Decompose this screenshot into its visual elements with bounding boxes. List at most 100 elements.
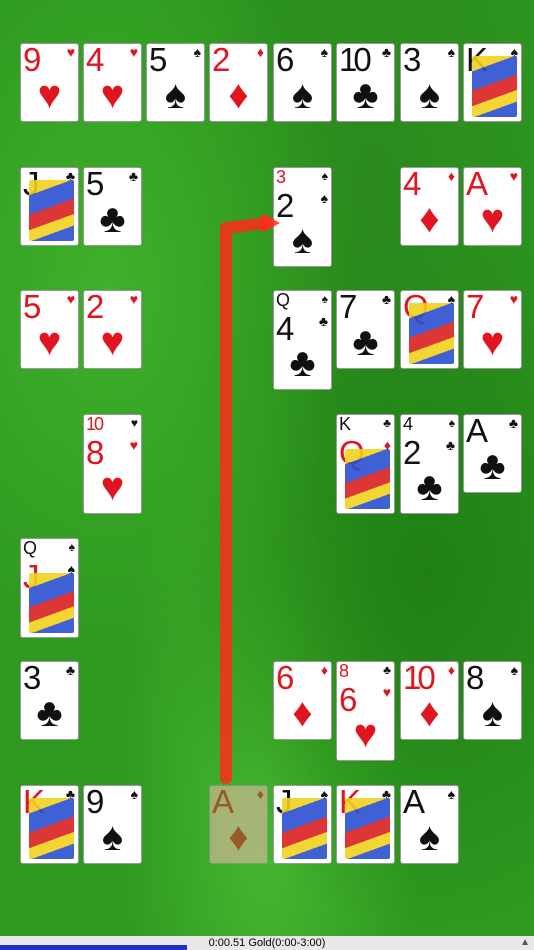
card-pip-icon: ♦: [292, 691, 313, 735]
card-rank: 2: [86, 290, 104, 325]
game-board: 9♥♥4♥♥5♠♠2♦♦6♠♠10♣♣3♠♠K♠J♣5♣♣3♠2♠♠4♦♦A♥♥…: [0, 0, 534, 936]
playing-card[interactable]: 4 ♠ 2 ♣ ♣: [400, 414, 459, 514]
card-rank: 4: [86, 43, 104, 78]
playing-card[interactable]: 2 ♥ ♥: [83, 290, 142, 369]
playing-card[interactable]: Q♠J♠: [20, 538, 79, 638]
playing-card[interactable]: 2 ♦ ♦: [209, 43, 268, 122]
card-rank: 3: [23, 661, 41, 696]
court-figure-icon: [409, 303, 454, 364]
card-pip-icon: ♣: [352, 320, 379, 364]
card-suit-icon: ♥: [129, 44, 138, 60]
playing-card[interactable]: Q♠: [400, 290, 459, 369]
playing-card[interactable]: 3 ♠ 2 ♠ ♠: [273, 167, 332, 267]
playing-card[interactable]: 10 ♥ 8 ♥ ♥: [83, 414, 142, 514]
playing-card[interactable]: 6 ♦ ♦: [273, 661, 332, 740]
card-rank: A: [466, 167, 488, 202]
playing-card[interactable]: K♣: [336, 785, 395, 864]
court-figure-icon: [29, 573, 74, 633]
card-suit-icon: ♠: [448, 416, 455, 430]
playing-card[interactable]: J♠: [273, 785, 332, 864]
card-rank: 8: [339, 661, 349, 681]
card-rank: 6: [276, 661, 294, 696]
court-figure-icon: [29, 180, 74, 241]
card-rank: Q: [23, 538, 37, 558]
card-suit-icon: ♣: [318, 313, 328, 329]
playing-card[interactable]: 8 ♣ 6 ♥ ♥: [336, 661, 395, 761]
playing-card[interactable]: 7 ♥ ♥: [463, 290, 522, 369]
card-suit-icon: ♣: [381, 291, 391, 307]
playing-card[interactable]: 4 ♥ ♥: [83, 43, 142, 122]
playing-card[interactable]: 9 ♠ ♠: [83, 785, 142, 864]
card-rank: 3: [403, 43, 421, 78]
card-suit-icon: ♠: [320, 190, 328, 206]
warning-icon: ▲: [520, 937, 530, 948]
card-rank: 2: [212, 43, 230, 78]
card-rank: 3: [276, 167, 286, 187]
card-pip-icon: ♣: [289, 341, 316, 385]
playing-card[interactable]: 4 ♦ ♦: [400, 167, 459, 246]
card-suit-icon: ♠: [447, 786, 455, 802]
card-rank: 4: [403, 167, 421, 202]
playing-card[interactable]: 7 ♣ ♣: [336, 290, 395, 369]
status-bar: 0:00.51 Gold(0:00-3:00) ▲: [0, 936, 534, 950]
card-pip-icon: ♠: [291, 218, 314, 262]
card-pip-icon: ♥: [480, 197, 505, 241]
card-pip-icon: ♥: [480, 320, 505, 364]
playing-card[interactable]: 5 ♥ ♥: [20, 290, 79, 369]
playing-card[interactable]: K♣: [20, 785, 79, 864]
card-suit-icon: ♥: [66, 44, 75, 60]
playing-card[interactable]: A ♦ ♦: [209, 785, 268, 864]
card-rank: 7: [466, 290, 484, 325]
card-suit-icon: ♦: [256, 786, 264, 802]
playing-card[interactable]: 5 ♠ ♠: [146, 43, 205, 122]
card-pip-icon: ♠: [164, 73, 187, 117]
card-rank: 2: [403, 434, 421, 471]
playing-card[interactable]: 5 ♣ ♣: [83, 167, 142, 246]
playing-card[interactable]: A ♣ ♣: [463, 414, 522, 493]
playing-card[interactable]: K♠: [463, 43, 522, 122]
card-pip-icon: ♥: [37, 320, 62, 364]
playing-card[interactable]: 6 ♠ ♠: [273, 43, 332, 122]
card-pip-icon: ♦: [228, 815, 249, 859]
card-pip-icon: ♥: [353, 712, 378, 756]
playing-card[interactable]: K♣Q♦: [336, 414, 395, 514]
card-rank: A: [212, 785, 234, 820]
playing-card[interactable]: A ♥ ♥: [463, 167, 522, 246]
card-rank: 2: [276, 187, 294, 224]
card-rank: 6: [276, 43, 294, 78]
card-suit-icon: ♠: [321, 169, 328, 183]
playing-card[interactable]: 3 ♣ ♣: [20, 661, 79, 740]
card-pip-icon: ♠: [291, 73, 314, 117]
card-rank: 8: [86, 434, 104, 471]
card-suit-icon: ♣: [381, 44, 391, 60]
card-pip-icon: ♦: [228, 73, 249, 117]
card-suit-icon: ♥: [382, 684, 391, 700]
card-pip-icon: ♥: [100, 465, 125, 509]
card-suit-icon: ♠: [68, 540, 75, 554]
timer-status-text: 0:00.51 Gold(0:00-3:00): [208, 937, 326, 949]
card-rank: 10: [403, 661, 436, 696]
playing-card[interactable]: 10 ♦ ♦: [400, 661, 459, 740]
card-suit-icon: ♦: [256, 44, 264, 60]
card-pip-icon: ♠: [418, 815, 441, 859]
playing-card[interactable]: Q ♠ 4 ♣ ♣: [273, 290, 332, 390]
card-pip-icon: ♥: [100, 73, 125, 117]
card-rank: 9: [23, 43, 41, 78]
card-rank: 4: [276, 310, 294, 347]
card-pip-icon: ♦: [419, 691, 440, 735]
playing-card[interactable]: 3 ♠ ♠: [400, 43, 459, 122]
playing-card[interactable]: 8 ♠ ♠: [463, 661, 522, 740]
card-rank: 5: [86, 167, 104, 202]
playing-card[interactable]: 10 ♣ ♣: [336, 43, 395, 122]
court-figure-icon: [472, 56, 517, 117]
card-suit-icon: ♠: [130, 786, 138, 802]
card-pip-icon: ♣: [416, 465, 443, 509]
card-suit-icon: ♦: [320, 662, 328, 678]
playing-card[interactable]: J♣: [20, 167, 79, 246]
playing-card[interactable]: 9 ♥ ♥: [20, 43, 79, 122]
card-suit-icon: ♦: [447, 662, 455, 678]
card-suit-icon: ♥: [509, 291, 518, 307]
playing-card[interactable]: A ♠ ♠: [400, 785, 459, 864]
card-rank: 9: [86, 785, 104, 820]
court-figure-icon: [29, 798, 74, 859]
